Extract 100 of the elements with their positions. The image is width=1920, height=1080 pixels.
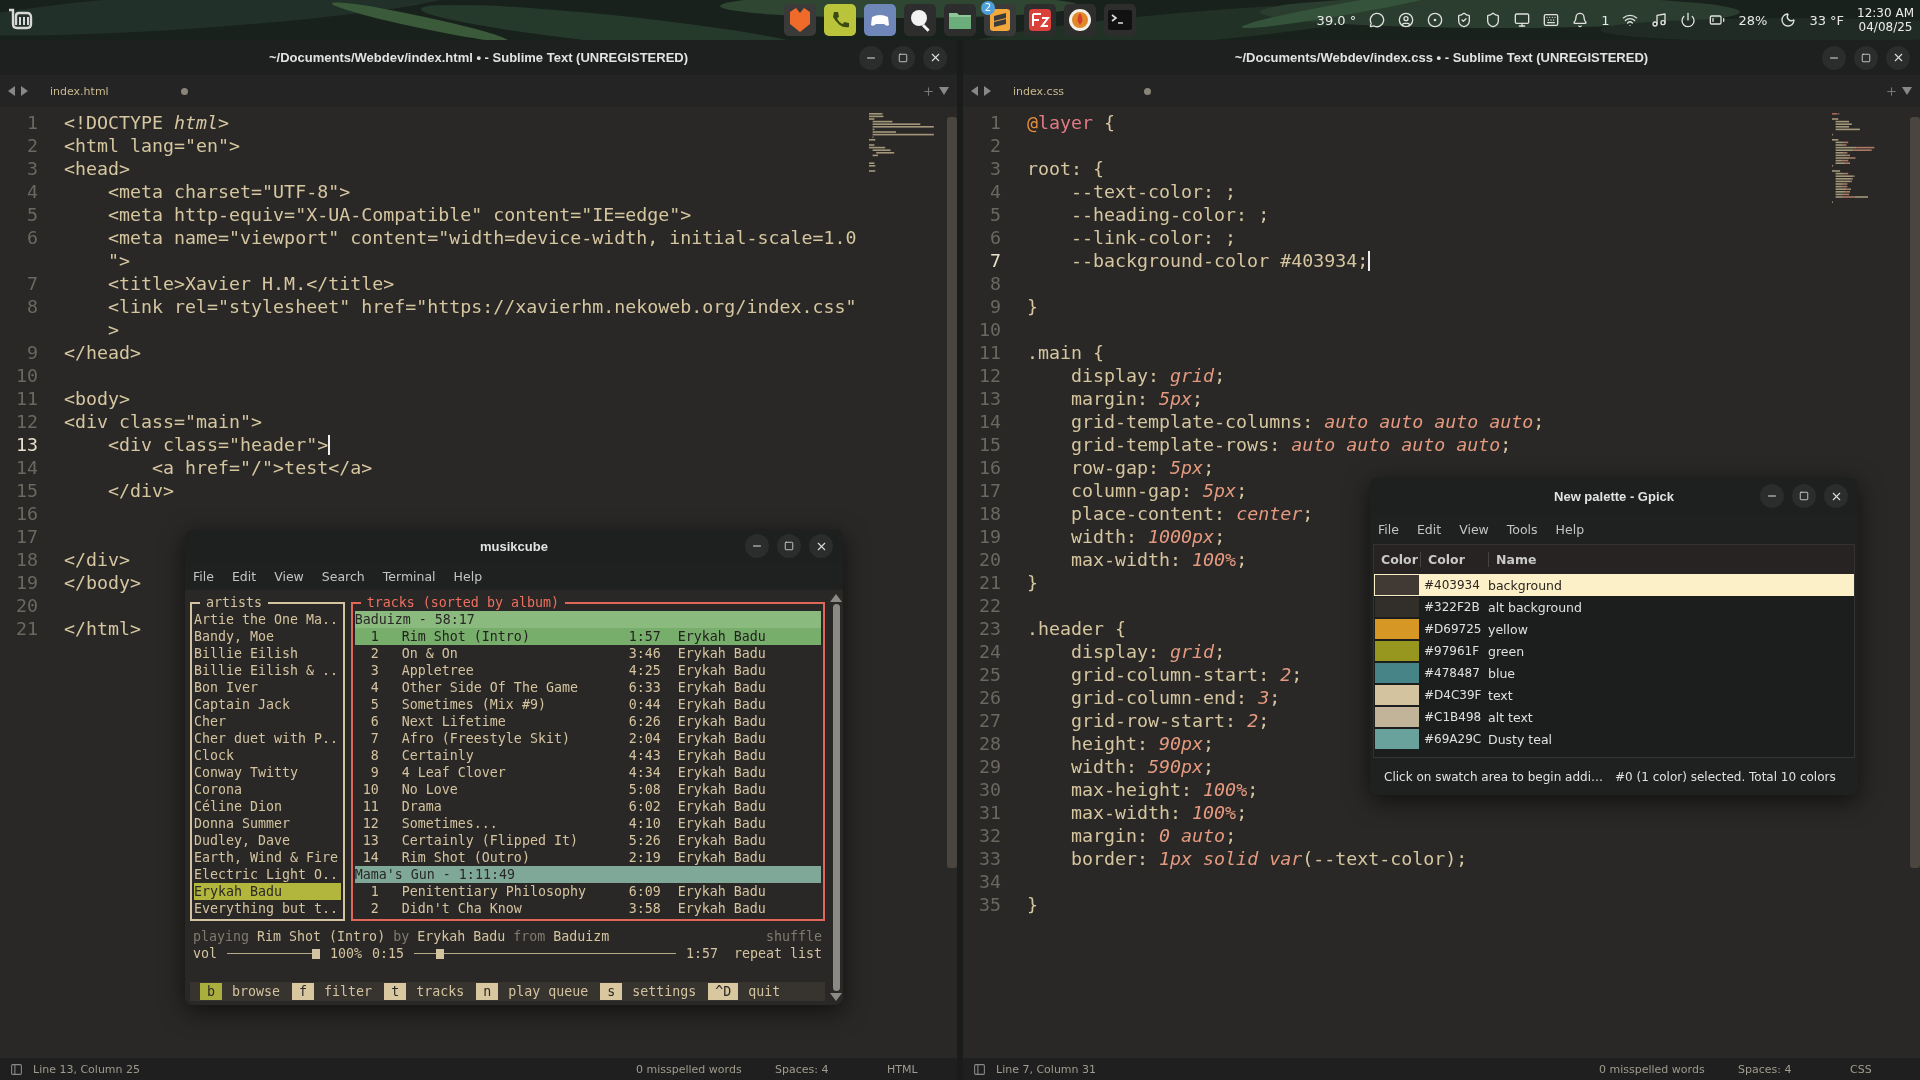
clock-time[interactable]: 12:30 AM: [1857, 6, 1914, 20]
track-row[interactable]: 9 4 Leaf Clover 4:34 Erykah Badu: [354, 764, 821, 781]
arrow-left-icon[interactable]: [8, 86, 16, 96]
power-icon[interactable]: [1680, 12, 1697, 28]
folder-icon[interactable]: [944, 4, 976, 36]
artist-item[interactable]: Electric Light O..: [194, 866, 341, 883]
dropdown-icon[interactable]: [1902, 87, 1912, 95]
artist-item[interactable]: Erykah Badu: [194, 883, 341, 900]
artist-item[interactable]: Dudley, Dave: [194, 832, 341, 849]
menu-item[interactable]: View: [274, 568, 304, 584]
menu-item[interactable]: View: [1459, 521, 1489, 537]
music-icon[interactable]: [1651, 12, 1668, 28]
palette-row[interactable]: #403934 background: [1374, 574, 1854, 596]
indentation-status[interactable]: Spaces: 4: [1738, 1062, 1850, 1076]
menu-item[interactable]: Terminal: [382, 568, 436, 584]
terminal-icon[interactable]: [1104, 4, 1136, 36]
track-row[interactable]: 1 Penitentiary Philosophy 6:09 Erykah Badu: [354, 883, 821, 900]
close-button[interactable]: [923, 45, 947, 70]
artist-item[interactable]: Corona: [194, 781, 341, 798]
battery-icon[interactable]: [1709, 12, 1726, 28]
artist-item[interactable]: Bon Iver: [194, 679, 341, 696]
track-row[interactable]: 11 Drama 6:02 Erykah Badu: [354, 798, 821, 815]
artist-item[interactable]: Clock: [194, 747, 341, 764]
track-row[interactable]: 4 Other Side Of The Game 6:33 Erykah Badu: [354, 679, 821, 696]
plus-icon[interactable]: [1885, 84, 1898, 98]
key-cap[interactable]: f: [292, 983, 315, 1000]
menu-item[interactable]: Search: [321, 568, 365, 584]
track-row[interactable]: 12 Sometimes... 4:10 Erykah Badu: [354, 815, 821, 832]
column-header[interactable]: Color: [1420, 552, 1488, 567]
arrow-right-icon[interactable]: [20, 86, 28, 96]
menu-item[interactable]: Edit: [1416, 521, 1442, 537]
album-header[interactable]: Baduizm - 58:17: [354, 611, 821, 628]
plus-icon[interactable]: [922, 84, 935, 98]
menu-item[interactable]: Edit: [231, 568, 257, 584]
moon-icon[interactable]: [1780, 12, 1797, 28]
palette-row[interactable]: #97961F green: [1374, 640, 1854, 662]
minimize-button[interactable]: [1822, 45, 1846, 70]
circle-icon[interactable]: [1427, 12, 1444, 28]
panel-toggle-icon[interactable]: [973, 1062, 986, 1076]
repeat-toggle[interactable]: repeat list: [733, 945, 822, 962]
maximize-button[interactable]: [891, 45, 915, 70]
palette-row[interactable]: #C1B498 alt text: [1374, 706, 1854, 728]
file-transfer-icon[interactable]: [1024, 4, 1056, 36]
file-tab[interactable]: index.css: [995, 79, 1155, 103]
artist-item[interactable]: Céline Dion: [194, 798, 341, 815]
wifi-icon[interactable]: [1622, 12, 1639, 28]
slider-thumb[interactable]: [312, 948, 321, 959]
artist-item[interactable]: Captain Jack: [194, 696, 341, 713]
minimize-button[interactable]: [1760, 484, 1784, 508]
chat-icon[interactable]: [1369, 12, 1386, 28]
syntax-status[interactable]: HTML: [887, 1062, 957, 1076]
key-cap[interactable]: t: [384, 983, 407, 1000]
track-row[interactable]: 3 Appletree 4:25 Erykah Badu: [354, 662, 821, 679]
shield-icon[interactable]: [1456, 12, 1473, 28]
maximize-button[interactable]: [1854, 45, 1878, 70]
key-cap[interactable]: ^D: [708, 983, 739, 1000]
column-header[interactable]: Color: [1374, 552, 1420, 567]
key-cap[interactable]: b: [200, 983, 222, 1000]
palette-row[interactable]: #69A29C Dusty teal: [1374, 728, 1854, 750]
track-row[interactable]: 6 Next Lifetime 6:26 Erykah Badu: [354, 713, 821, 730]
gamepad-icon[interactable]: [864, 4, 896, 36]
fox-icon[interactable]: [784, 4, 816, 36]
dropdown-icon[interactable]: [939, 87, 949, 95]
code-editor-icon[interactable]: [984, 4, 1016, 36]
phone-icon[interactable]: [824, 4, 856, 36]
key-cap[interactable]: n: [476, 983, 499, 1000]
close-button[interactable]: [809, 534, 833, 558]
arrow-right-icon[interactable]: [983, 86, 991, 96]
track-row[interactable]: 10 No Love 5:08 Erykah Badu: [354, 781, 821, 798]
display-icon[interactable]: [1514, 12, 1531, 28]
scrollbar-thumb[interactable]: [1910, 117, 1920, 868]
column-header[interactable]: Name: [1488, 552, 1854, 567]
track-row[interactable]: 14 Rim Shot (Outro) 2:19 Erykah Badu: [354, 849, 821, 866]
track-row[interactable]: 2 On & On 3:46 Erykah Badu: [354, 645, 821, 662]
close-button[interactable]: [1886, 45, 1910, 70]
arrow-left-icon[interactable]: [971, 86, 979, 96]
indentation-status[interactable]: Spaces: 4: [775, 1062, 887, 1076]
clock-date[interactable]: 04/08/25: [1858, 20, 1913, 34]
artist-item[interactable]: Everything but t..: [194, 900, 341, 917]
scroll-down-icon[interactable]: [830, 993, 842, 1001]
keyboard-icon[interactable]: [1543, 12, 1560, 28]
palette-row[interactable]: #322F2B alt background: [1374, 596, 1854, 618]
scroll-up-icon[interactable]: [830, 594, 842, 602]
minimize-button[interactable]: [859, 45, 883, 70]
track-row[interactable]: 1 Rim Shot (Intro) 1:57 Erykah Badu: [354, 628, 821, 645]
scrollbar-thumb[interactable]: [947, 117, 957, 868]
slider-thumb[interactable]: [436, 948, 445, 959]
syntax-status[interactable]: CSS: [1850, 1062, 1920, 1076]
close-button[interactable]: [1824, 484, 1848, 508]
file-tab[interactable]: index.html: [32, 79, 192, 103]
shield-icon[interactable]: [1485, 12, 1502, 28]
panel-toggle-icon[interactable]: [10, 1062, 23, 1076]
maximize-button[interactable]: [1792, 484, 1816, 508]
palette-row[interactable]: #D4C39F text: [1374, 684, 1854, 706]
palette-row[interactable]: #478487 blue: [1374, 662, 1854, 684]
scrollbar-thumb[interactable]: [832, 604, 840, 991]
key-cap[interactable]: s: [600, 983, 623, 1000]
weather-temperature[interactable]: 33 °F: [1809, 12, 1845, 28]
magnifier-icon[interactable]: [904, 4, 936, 36]
cpu-temperature[interactable]: 39.0 °: [1316, 12, 1357, 28]
